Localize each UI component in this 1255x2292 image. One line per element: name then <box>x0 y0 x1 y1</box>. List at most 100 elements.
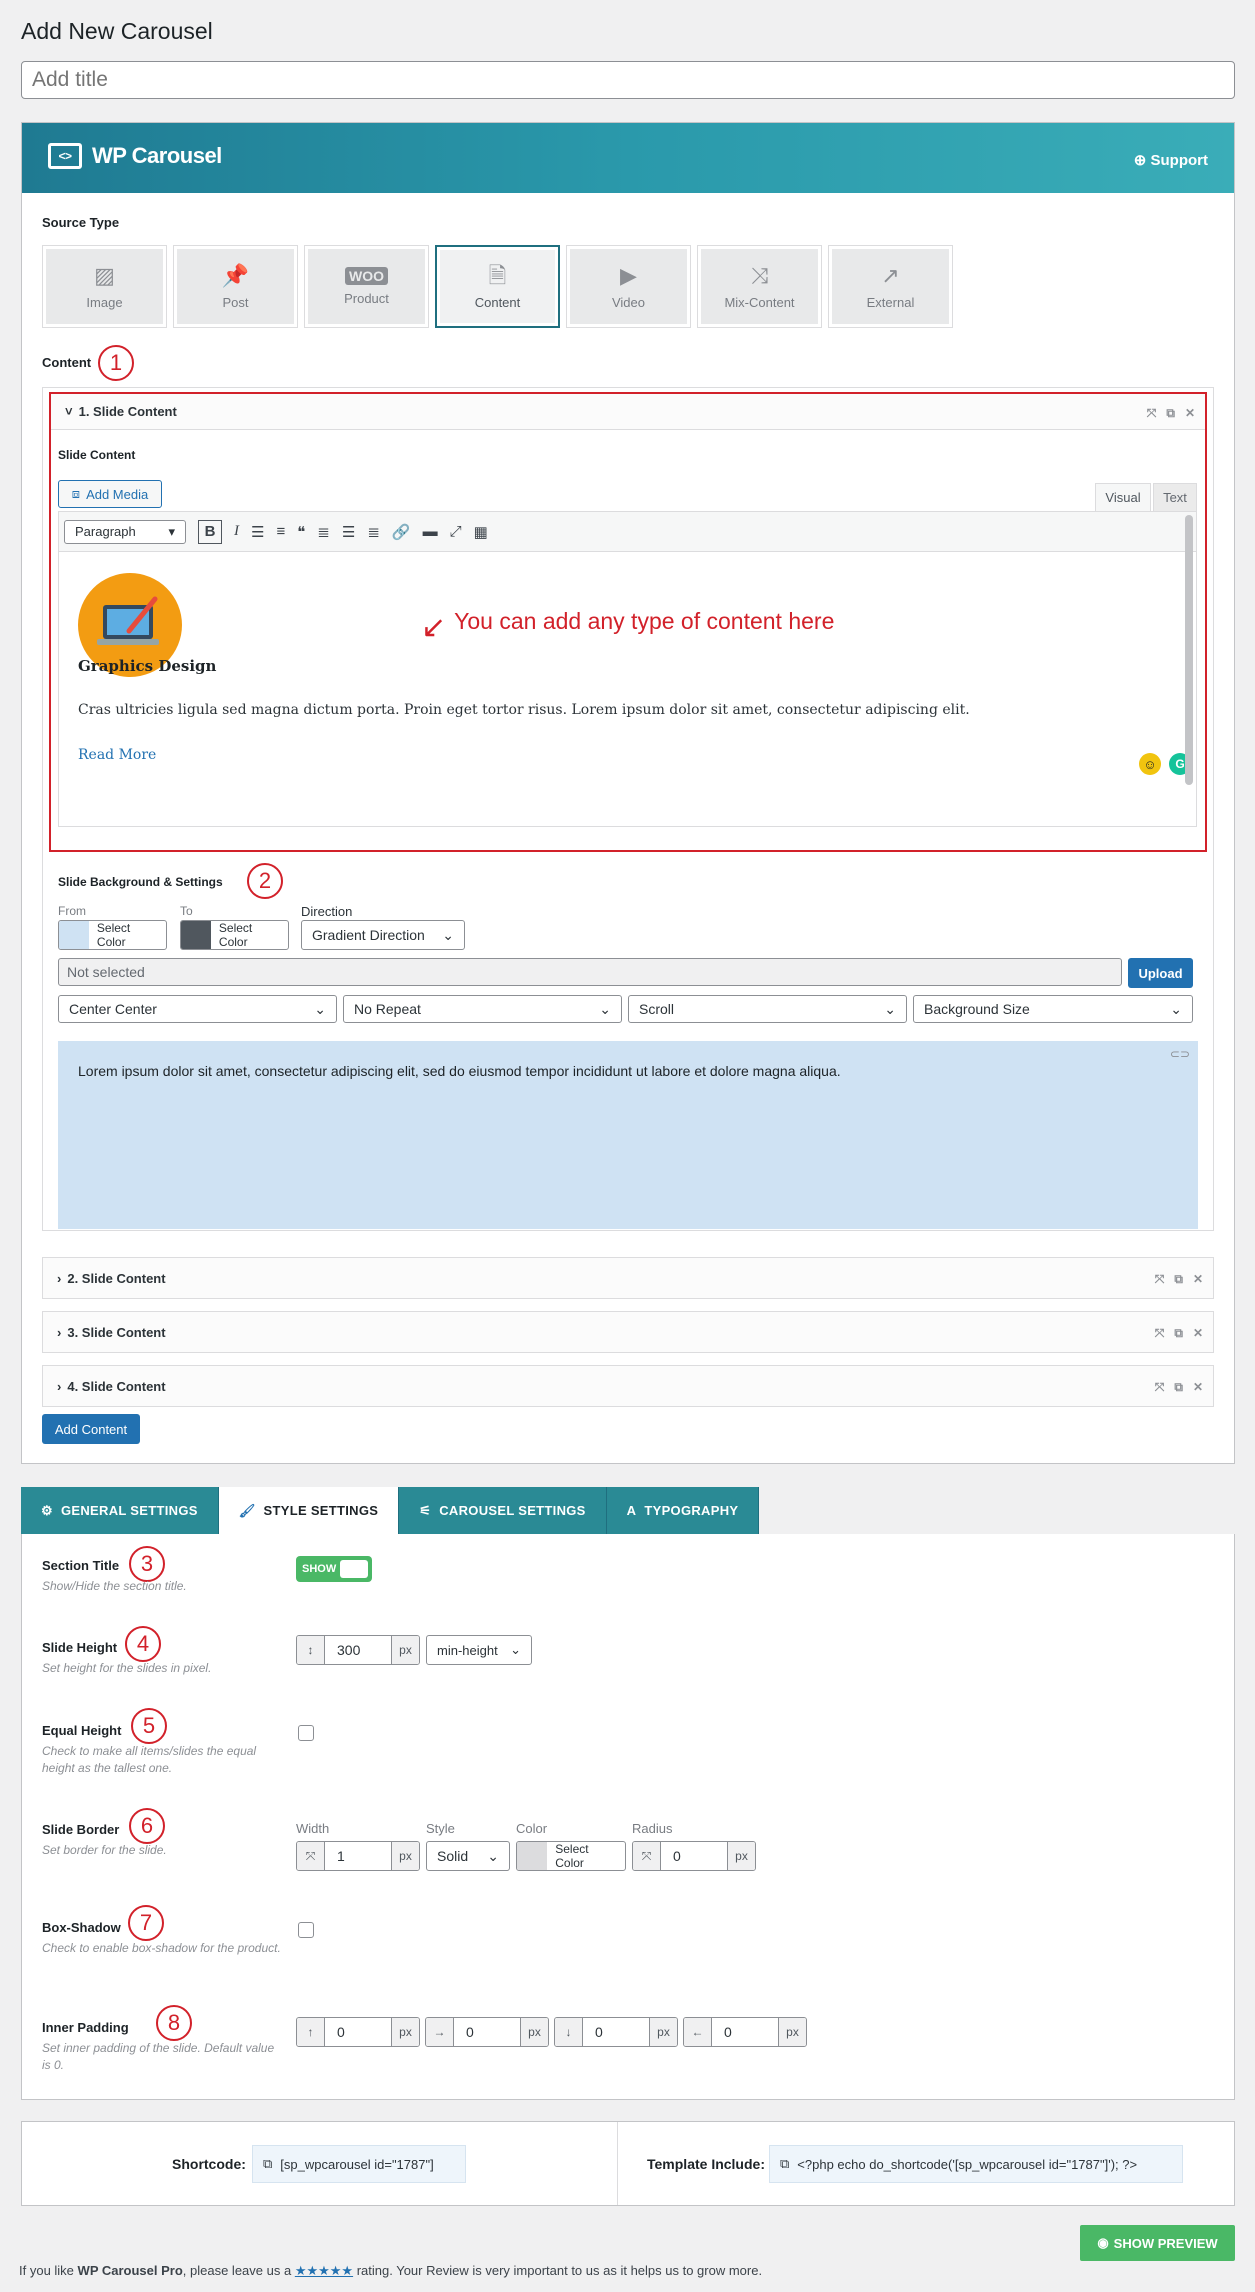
read-more-link[interactable]: Read More <box>78 747 156 763</box>
tab-text[interactable]: Text <box>1153 483 1197 511</box>
source-type-mix-content[interactable]: ⤨ Mix-Content <box>697 245 822 328</box>
move-icon[interactable]: ⤧ <box>1147 406 1157 421</box>
chevron-right-icon: › <box>57 1270 62 1286</box>
blockquote-icon[interactable]: ❝ <box>297 523 305 541</box>
support-link[interactable]: ⊕ Support <box>1134 151 1208 169</box>
equal-height-checkbox[interactable] <box>298 1725 314 1741</box>
duplicate-icon[interactable]: ⧉ <box>1166 406 1175 421</box>
toolbar-toggle-icon[interactable]: ▦ <box>474 523 488 541</box>
source-type-image[interactable]: ▨ Image <box>42 245 167 328</box>
bold-icon[interactable]: B <box>198 519 222 544</box>
section-title-toggle[interactable]: SHOW <box>296 1556 372 1582</box>
border-radius-input[interactable]: ⤧ 0 px <box>632 1841 756 1871</box>
italic-icon[interactable]: I <box>234 523 239 540</box>
chevron-down-icon: ⌄ <box>510 1642 521 1657</box>
tab-carousel-settings[interactable]: ⚟ CAROUSEL SETTINGS <box>399 1487 607 1534</box>
move-icon[interactable]: ⤧ <box>1155 1380 1165 1395</box>
slide-height-label: Slide Height <box>42 1640 118 1655</box>
divider <box>617 2122 618 2205</box>
gradient-direction-select[interactable]: Gradient Direction ⌄ <box>301 920 465 950</box>
fullscreen-icon[interactable]: ⤢ <box>450 523 462 540</box>
add-media-button[interactable]: ⧈ Add Media <box>58 480 162 508</box>
box-shadow-checkbox[interactable] <box>298 1922 314 1938</box>
slide-1-header[interactable]: ˅ 1. Slide Content ⤧ ⧉ ✕ <box>51 394 1205 430</box>
source-type-product[interactable]: WOO Product <box>304 245 429 328</box>
close-icon[interactable]: ✕ <box>1193 1380 1203 1395</box>
font-icon: A <box>626 1503 637 1518</box>
align-center-icon[interactable]: ☰ <box>342 523 355 541</box>
rating-notice: If you like WP Carousel Pro, please leav… <box>19 2263 763 2278</box>
border-width-input[interactable]: ⤧ 1 px <box>296 1841 420 1871</box>
expand-icon: ⤧ <box>297 1842 325 1870</box>
chevron-right-icon: › <box>57 1378 62 1394</box>
add-content-button[interactable]: Add Content <box>42 1414 140 1444</box>
to-color-picker[interactable]: Select Color <box>180 920 289 950</box>
padding-top-input[interactable]: ↑ 0 px <box>296 2017 420 2047</box>
tab-visual[interactable]: Visual <box>1095 483 1151 511</box>
slide-3-panel[interactable]: › 3. Slide Content ⤧ ⧉ ✕ <box>42 1311 1214 1353</box>
emoji-icon[interactable]: ☺ <box>1139 753 1161 775</box>
slide-2-panel[interactable]: › 2. Slide Content ⤧ ⧉ ✕ <box>42 1257 1214 1299</box>
padding-left-input[interactable]: ← 0 px <box>683 2017 807 2047</box>
bullet-list-icon[interactable]: ☰ <box>251 523 264 541</box>
background-image-field[interactable]: Not selected <box>58 958 1122 986</box>
padding-right-input[interactable]: → 0 px <box>425 2017 549 2047</box>
slide-height-desc: Set height for the slides in pixel. <box>42 1661 212 1675</box>
editor-scrollbar[interactable] <box>1185 515 1193 785</box>
close-icon[interactable]: ✕ <box>1185 406 1195 421</box>
slide-4-panel[interactable]: › 4. Slide Content ⤧ ⧉ ✕ <box>42 1365 1214 1407</box>
shortcode-field[interactable]: ⧉ [sp_wpcarousel id="1787"] <box>252 2145 466 2183</box>
close-icon[interactable]: ✕ <box>1193 1326 1203 1341</box>
source-type-external[interactable]: ↗ External <box>828 245 953 328</box>
duplicate-icon[interactable]: ⧉ <box>1174 1272 1183 1287</box>
source-type-post[interactable]: 📌 Post <box>173 245 298 328</box>
move-icon[interactable]: ⤧ <box>1155 1326 1165 1341</box>
equal-height-desc: Check to make all items/slides the equal… <box>42 1744 257 1775</box>
border-style-select[interactable]: Solid ⌄ <box>426 1841 510 1871</box>
background-size-select[interactable]: Background Size ⌄ <box>913 995 1193 1023</box>
align-right-icon[interactable]: ≣ <box>367 523 380 541</box>
border-color-picker[interactable]: Select Color <box>516 1841 626 1871</box>
title-input[interactable] <box>21 61 1235 99</box>
align-left-icon[interactable]: ≣ <box>317 523 330 541</box>
tab-general-settings[interactable]: ⚙ GENERAL SETTINGS <box>21 1487 219 1534</box>
document-icon: 🗎 <box>488 263 507 288</box>
paragraph-select[interactable]: Paragraph ▾ <box>64 519 186 544</box>
background-attachment-select[interactable]: Scroll ⌄ <box>628 995 907 1023</box>
media-icon: ⧈ <box>71 486 81 501</box>
chevron-down-icon: ⌄ <box>314 1000 326 1017</box>
template-include-field[interactable]: ⧉ <?php echo do_shortcode('[sp_wpcarousel… <box>769 2145 1183 2183</box>
toggle-icon[interactable]: ⊂⊃ <box>1170 1047 1190 1061</box>
source-type-video[interactable]: ▶ Video <box>566 245 691 328</box>
tab-typography[interactable]: A TYPOGRAPHY <box>606 1487 760 1534</box>
link-icon[interactable]: 🔗 <box>392 523 411 541</box>
read-more-icon[interactable]: ▬ <box>423 523 438 540</box>
background-preview: Lorem ipsum dolor sit amet, consectetur … <box>58 1041 1198 1229</box>
tab-style-settings[interactable]: 🖌 STYLE SETTINGS <box>218 1487 400 1534</box>
slide-height-input[interactable]: ↕ 300 px <box>296 1635 420 1665</box>
height-icon: ↕ <box>297 1636 325 1664</box>
background-position-select[interactable]: Center Center ⌄ <box>58 995 337 1023</box>
duplicate-icon[interactable]: ⧉ <box>1174 1326 1183 1341</box>
source-type-content[interactable]: 🗎 Content <box>435 245 560 328</box>
external-link-icon: ↗ <box>881 263 900 288</box>
slide-border-desc: Set border for the slide. <box>42 1843 167 1857</box>
close-icon[interactable]: ✕ <box>1193 1272 1203 1287</box>
show-preview-button[interactable]: ◉ SHOW PREVIEW <box>1080 2225 1235 2261</box>
page-title: Add New Carousel <box>21 18 213 44</box>
upload-button[interactable]: Upload <box>1128 958 1193 988</box>
slide-1-panel: ˅ 1. Slide Content ⤧ ⧉ ✕ Slide Content ⧈… <box>42 387 1214 1231</box>
content-label: Content <box>42 355 92 370</box>
annotation-3: 3 <box>129 1546 165 1582</box>
woo-icon: WOO <box>345 267 388 285</box>
caret-down-icon: ▾ <box>168 523 175 539</box>
padding-bottom-input[interactable]: ↓ 0 px <box>554 2017 678 2047</box>
rating-stars-link[interactable]: ★★★★★ <box>295 2263 353 2278</box>
from-color-picker[interactable]: Select Color <box>58 920 167 950</box>
annotation-1: 1 <box>98 345 134 381</box>
background-repeat-select[interactable]: No Repeat ⌄ <box>343 995 622 1023</box>
duplicate-icon[interactable]: ⧉ <box>1174 1380 1183 1395</box>
move-icon[interactable]: ⤧ <box>1155 1272 1165 1287</box>
numbered-list-icon[interactable]: ≡ <box>276 523 285 540</box>
slide-height-mode-select[interactable]: min-height ⌄ <box>426 1635 532 1665</box>
